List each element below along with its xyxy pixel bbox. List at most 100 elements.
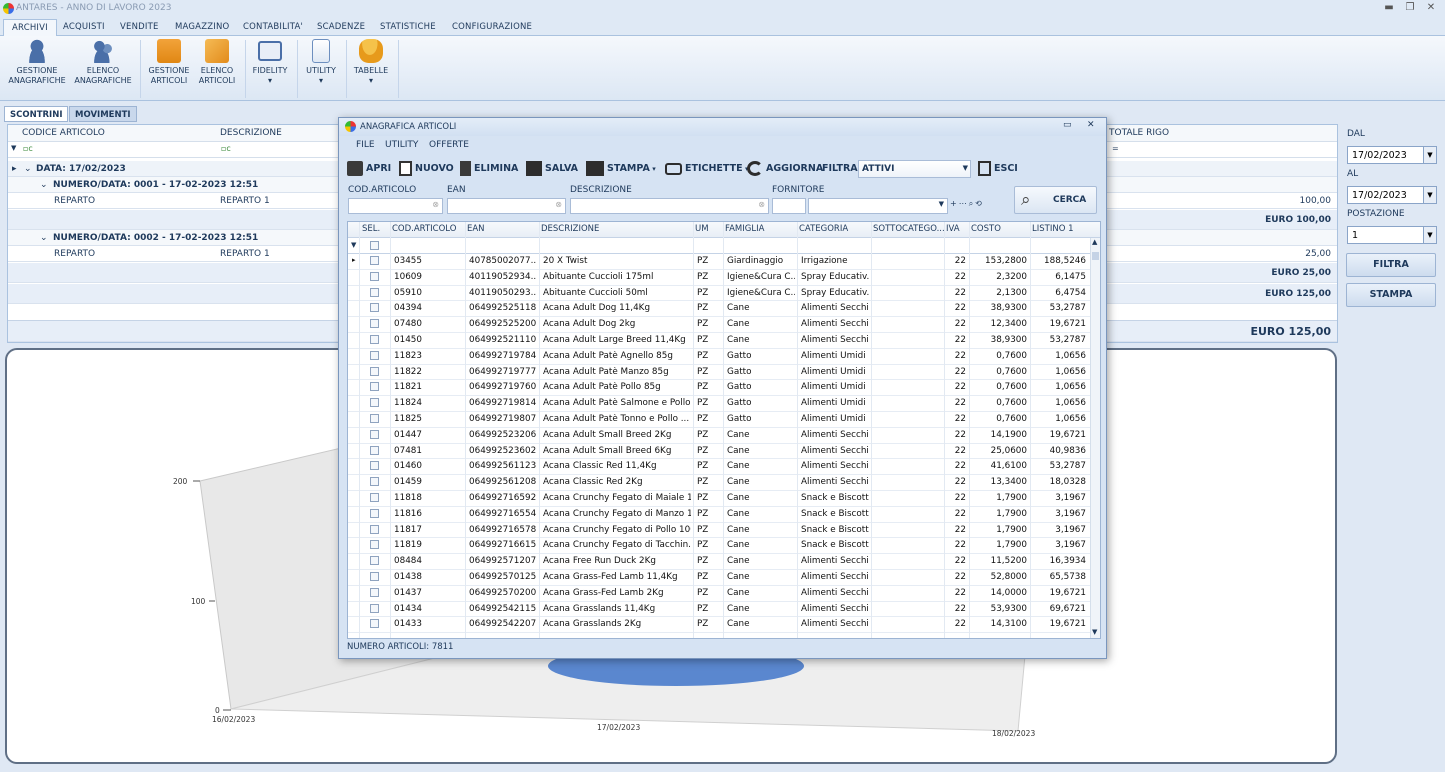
col-descrizione[interactable]: DESCRIZIONE (541, 224, 599, 234)
row-checkbox[interactable] (370, 350, 379, 360)
chevron-down-icon[interactable]: ▼ (1423, 147, 1436, 163)
table-row[interactable]: 01433 064992542207 Acana Grasslands 2Kg PZ C… (348, 617, 1090, 634)
clear-icon[interactable]: ⊗ (432, 200, 439, 209)
elimina-button[interactable]: ELIMINA (460, 159, 518, 179)
chevron-down-icon[interactable]: ▼ (1423, 187, 1436, 203)
table-row[interactable]: 01438 064992570125 Acana Grass-Fed Lamb 11… (348, 570, 1090, 586)
utility-button[interactable]: UTILITY ▾ (301, 39, 341, 85)
dal-date-input[interactable]: 17/02/2023 ▼ (1347, 146, 1437, 164)
tab-statistiche[interactable]: STATISTICHE (372, 19, 444, 36)
row-checkbox[interactable] (370, 303, 379, 313)
tab-scadenze[interactable]: SCADENZE (309, 19, 373, 36)
row-checkbox[interactable] (370, 398, 379, 408)
minimize-icon[interactable]: ▭ (1063, 120, 1072, 130)
row-checkbox[interactable] (370, 603, 379, 613)
table-row[interactable]: 11819 064992716615 Acana Crunchy Fegato di… (348, 538, 1090, 555)
fornitore-actions[interactable]: +⋯⌕⟲ (950, 199, 1008, 213)
filter-cell-icon[interactable]: ▫c (221, 144, 231, 153)
row-checkbox[interactable] (370, 540, 379, 550)
row-checkbox[interactable] (370, 508, 379, 518)
col-codice-articolo[interactable]: CODICE ARTICOLO (22, 128, 105, 138)
col-costo[interactable]: COSTO (971, 224, 1001, 234)
scroll-up-icon[interactable]: ▲ (1092, 238, 1097, 246)
col-cod-articolo[interactable]: COD.ARTICOLO (392, 224, 456, 234)
row-checkbox[interactable] (370, 556, 379, 566)
tab-scontrini[interactable]: SCONTRINI (4, 106, 69, 122)
table-row[interactable]: 01437 064992570200 Acana Grass-Fed Lamb 2K… (348, 586, 1090, 602)
col-totale-rigo[interactable]: TOTALE RIGO (1109, 128, 1169, 138)
salva-button[interactable]: SALVA (526, 159, 578, 179)
row-checkbox[interactable] (370, 493, 379, 502)
descrizione-input[interactable]: ⊗ (570, 198, 769, 214)
filtra-button[interactable]: FILTRA (1346, 253, 1436, 277)
aggiorna-button[interactable]: AGGIORNA (747, 159, 823, 179)
row-checkbox[interactable] (370, 335, 379, 344)
tabelle-button[interactable]: TABELLE ▾ (350, 39, 392, 85)
clear-icon[interactable]: ⊗ (555, 200, 562, 209)
col-categoria[interactable]: CATEGORIA (799, 224, 848, 234)
etichette-button[interactable]: ETICHETTE ▾ (665, 159, 749, 179)
tab-configurazione[interactable]: CONFIGURAZIONE (444, 19, 540, 36)
table-row[interactable]: ▸ 03455 40785002077... 20 X Twist PZ Giardina… (348, 254, 1090, 270)
filter-icon[interactable]: ▼ (11, 144, 16, 152)
apri-button[interactable]: APRI (347, 159, 391, 179)
table-row[interactable]: 10609 40119052934... Abituante Cuccioli 17… (348, 270, 1090, 286)
col-sel[interactable]: SEL. (362, 224, 380, 234)
tab-magazzino[interactable]: MAGAZZINO (167, 19, 237, 36)
gestione-articoli-button[interactable]: GESTIONE ARTICOLI (145, 39, 193, 85)
row-checkbox[interactable] (370, 319, 379, 329)
row-checkbox[interactable] (370, 461, 379, 471)
select-all-checkbox[interactable] (370, 241, 379, 250)
table-row[interactable]: 01460 064992561123 Acana Classic Red 11,4K… (348, 459, 1090, 476)
tab-contabilita[interactable]: CONTABILITA' (235, 19, 311, 36)
table-row[interactable]: 05910 40119050293... Abituante Cuccioli 50… (348, 286, 1090, 302)
vertical-scrollbar[interactable]: ▲ ▼ (1090, 238, 1100, 638)
col-ean[interactable]: EAN (467, 224, 485, 234)
gestione-anagrafiche-button[interactable]: GESTIONE ANAGRAFICHE (6, 39, 68, 85)
collapse-icon[interactable]: ⌄ (40, 180, 48, 190)
collapse-icon[interactable]: ⌄ (24, 164, 32, 174)
ean-input[interactable]: ⊗ (447, 198, 566, 214)
row-checkbox[interactable] (370, 382, 379, 392)
fidelity-button[interactable]: FIDELITY ▾ (249, 39, 291, 85)
table-row[interactable]: 01459 064992561208 Acana Classic Red 2Kg PZ… (348, 475, 1090, 491)
cod-articolo-input[interactable]: ⊗ (348, 198, 443, 214)
scrollbar-thumb[interactable] (1092, 252, 1099, 260)
table-row[interactable]: 11823 064992719784 Acana Adult Patè Agnell… (348, 349, 1090, 365)
row-checkbox[interactable] (370, 572, 379, 581)
table-row[interactable]: 11822 064992719777 Acana Adult Patè Manzo … (348, 365, 1090, 381)
row-checkbox[interactable] (370, 414, 379, 423)
chevron-down-icon[interactable]: ▼ (1423, 227, 1436, 243)
row-checkbox[interactable] (370, 256, 379, 265)
tab-movimenti[interactable]: MOVIMENTI (69, 106, 137, 122)
filter-cell-icon[interactable]: = (1112, 144, 1119, 153)
col-listino[interactable]: LISTINO 1 (1032, 224, 1074, 234)
stampa-button[interactable]: STAMPA (1346, 283, 1436, 307)
table-row[interactable]: 11825 064992719807 Acana Adult Patè Tonno … (348, 412, 1090, 428)
table-row[interactable]: 01447 064992523206 Acana Adult Small Breed… (348, 428, 1090, 444)
esci-button[interactable]: ESCI (978, 159, 1018, 179)
col-descrizione[interactable]: DESCRIZIONE (220, 128, 282, 138)
cerca-button[interactable]: ⌕ CERCA (1014, 186, 1097, 214)
elenco-anagrafiche-button[interactable]: ELENCO ANAGRAFICHE (72, 39, 134, 85)
row-checkbox[interactable] (370, 524, 379, 534)
col-sottocategoria[interactable]: SOTTOCATEGO... (873, 224, 945, 234)
nuovo-button[interactable]: NUOVO (399, 159, 454, 179)
stampa-dialog-button[interactable]: STAMPA ▾ (586, 159, 656, 179)
tab-vendite[interactable]: VENDITE (112, 19, 167, 36)
table-row[interactable]: 11818 064992716592 Acana Crunchy Fegato di… (348, 491, 1090, 507)
postazione-select[interactable]: 1 ▼ (1347, 226, 1437, 244)
menu-file[interactable]: FILE (356, 140, 375, 150)
clear-icon[interactable]: ⊗ (758, 200, 765, 209)
elenco-articoli-button[interactable]: ELENCO ARTICOLI (195, 39, 239, 85)
table-row[interactable]: 01434 064992542115 Acana Grasslands 11,4Kg… (348, 602, 1090, 618)
col-famiglia[interactable]: FAMIGLIA (725, 224, 764, 234)
chevron-down-icon[interactable]: ▼ (939, 200, 944, 208)
table-row[interactable]: 11817 064992716578 Acana Crunchy Fegato di… (348, 523, 1090, 539)
table-row[interactable]: 04394 064992525118 Acana Adult Dog 11,4Kg P… (348, 301, 1090, 318)
filter-icon[interactable]: ▼ (351, 241, 356, 249)
table-row[interactable]: 07481 064992523602 Acana Adult Small Breed… (348, 444, 1090, 460)
row-checkbox[interactable] (370, 271, 379, 281)
collapse-icon[interactable]: ⌄ (40, 233, 48, 243)
table-row[interactable]: 11821 064992719760 Acana Adult Patè Pollo … (348, 380, 1090, 397)
